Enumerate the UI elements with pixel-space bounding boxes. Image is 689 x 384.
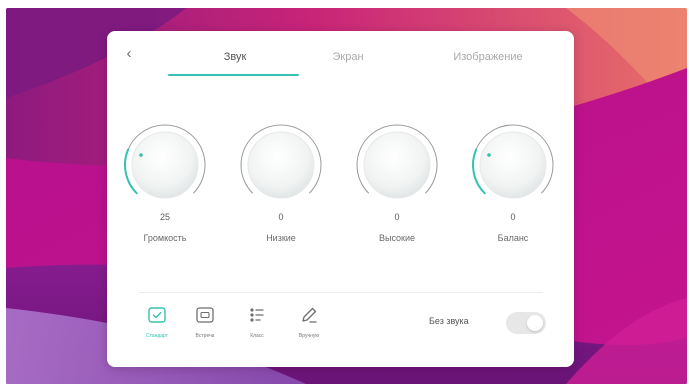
pen-icon <box>299 305 319 325</box>
balance-knob-dial <box>472 124 554 199</box>
bass-knob[interactable] <box>239 123 323 207</box>
mode-meeting-button[interactable]: Встреча <box>183 303 227 345</box>
meeting-mode-icon <box>195 305 215 325</box>
balance-value: 0 <box>510 212 516 222</box>
class-mode-icon <box>247 305 267 325</box>
volume-label: Громкость <box>143 233 187 243</box>
bass-knob-dial <box>240 124 322 199</box>
screen-frame: ‹ Звук Экран Изображение 25 Громкость 0 … <box>0 0 689 384</box>
mute-toggle[interactable] <box>506 312 546 334</box>
balance-label: Баланс <box>497 233 529 243</box>
sound-settings-panel: ‹ Звук Экран Изображение 25 Громкость 0 … <box>107 31 574 367</box>
balance-knob-indicator <box>487 153 491 157</box>
mode-meeting-label: Встреча <box>195 333 215 339</box>
balance-knob-body <box>479 131 547 199</box>
treble-knob-dial <box>356 124 438 199</box>
treble-value: 0 <box>394 212 400 222</box>
tab-sound[interactable]: Звук <box>187 49 283 65</box>
volume-knob-dial <box>124 124 206 199</box>
tab-screen[interactable]: Экран <box>303 49 393 65</box>
mode-class-button[interactable]: Класс <box>235 303 279 345</box>
active-tab-indicator <box>168 74 299 76</box>
treble-knob-body <box>363 131 431 199</box>
back-button[interactable]: ‹ <box>121 45 137 63</box>
volume-value: 25 <box>159 212 170 222</box>
volume-knob-body <box>131 131 199 199</box>
mode-custom-label: Вручную <box>298 333 320 339</box>
volume-knob[interactable] <box>123 123 207 207</box>
treble-knob[interactable] <box>355 123 439 207</box>
mode-standard-label: Стандарт <box>145 333 169 339</box>
volume-knob-indicator <box>139 153 143 157</box>
standard-mode-icon <box>147 305 167 325</box>
mode-class-label: Класс <box>250 333 264 339</box>
bass-knob-body <box>247 131 315 199</box>
mode-standard-button[interactable]: Стандарт <box>135 303 179 345</box>
treble-label: Высокие <box>378 233 416 243</box>
mode-custom-button[interactable]: Вручную <box>287 303 331 345</box>
mute-label: Без звука <box>429 316 469 326</box>
chevron-left-icon: ‹ <box>126 45 132 62</box>
section-divider <box>139 292 543 293</box>
bass-label: Низкие <box>266 233 296 243</box>
mute-toggle-thumb <box>527 315 543 331</box>
bass-value: 0 <box>278 212 284 222</box>
balance-knob[interactable] <box>471 123 555 207</box>
tab-image[interactable]: Изображение <box>413 49 563 65</box>
